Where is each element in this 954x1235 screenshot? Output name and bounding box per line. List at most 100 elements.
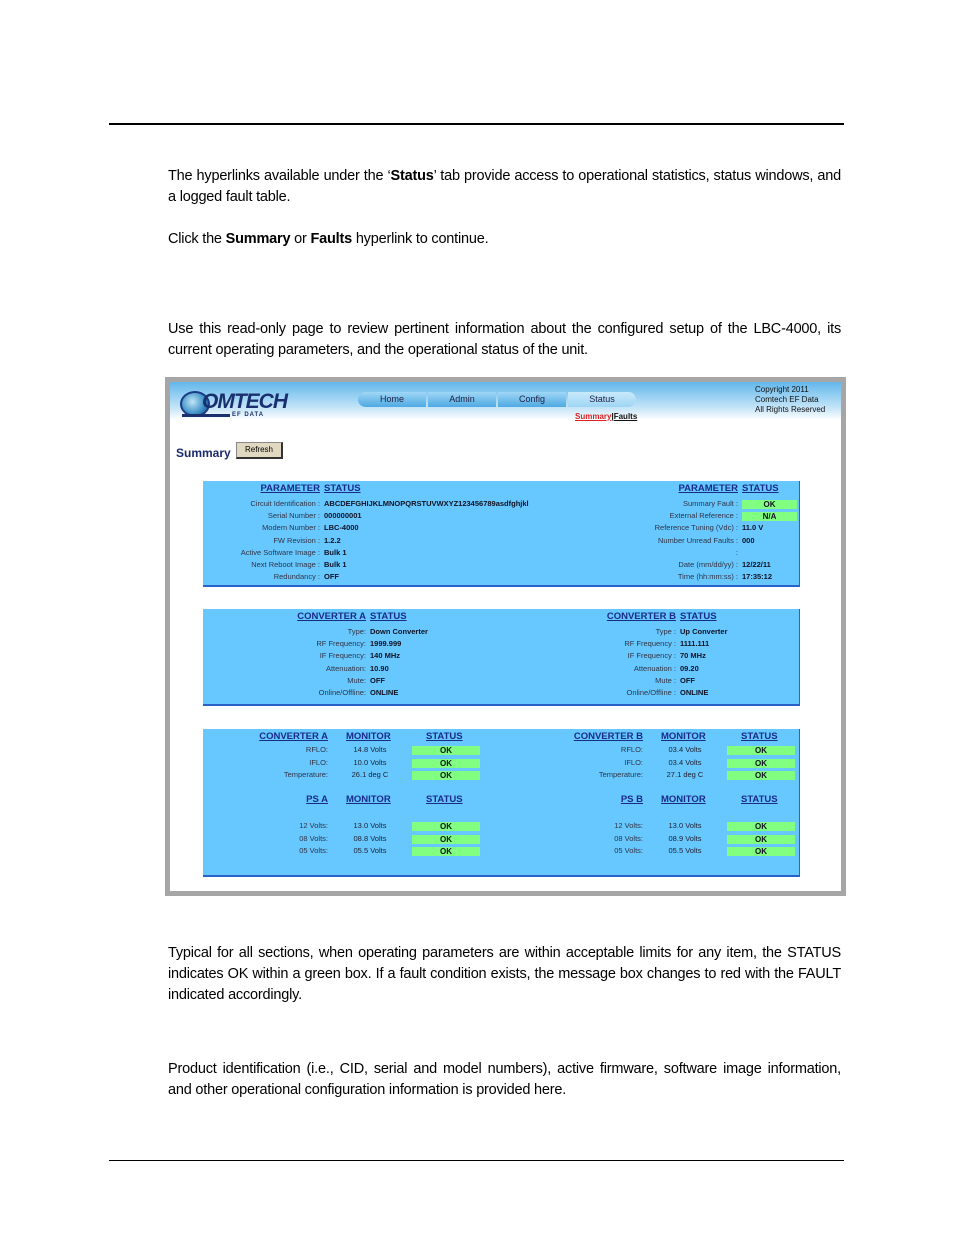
ps-b-label: 08 Volts: [614,833,643,843]
param-label: FW Revision : [273,535,320,545]
status-box: OK [412,771,480,780]
copyright-line: Copyright 2011 [755,385,809,394]
param-label: External Reference : [669,511,738,521]
status-header: STATUS [680,611,717,622]
ps-b-monitor: 13.0 Volts [668,821,702,830]
param-label: Number Unread Faults : [657,535,738,545]
page-title: Summary [176,446,231,460]
converter-b-label: RFLO: [620,745,643,754]
click-bold-faults: Faults [310,231,352,247]
param-label: Date (mm/dd/yy) : [678,560,738,569]
monitor-header: MONITOR [346,794,391,805]
param-value: OFF [324,572,339,582]
parameter-header: PARAMETER [260,483,320,494]
click-text-mid: or [290,231,311,247]
logo-word: OMTECH [202,390,288,413]
converter-a-value: 140 MHz [370,651,401,661]
converter-a-label: RFLO: [305,745,328,754]
converter-a-monitor: 26.1 deg C [351,770,389,779]
comtech-logo: OMTECH EF DATA [178,387,298,421]
status-box: OK [412,758,480,768]
status-box: OK [727,771,795,780]
click-bold-summary: Summary [225,231,291,247]
param-label: Next Reboot Image : [251,560,320,569]
status-box: OK [727,847,795,856]
status-header: STATUS [741,731,778,742]
screenshot-frame: OMTECH EF DATA Home Admin Config Status … [165,377,846,896]
status-header: STATUS [426,794,463,805]
status-header: STATUS [426,731,463,742]
converter-a-monitor: 14.8 Volts [353,745,387,754]
param-value: ABCDEFGHIJKLMNOPQRSTUVWXYZ123456789asdfg… [324,499,529,508]
converter-a-label: RF Frequency: [316,639,366,649]
converter-b-label: Temperature: [598,770,643,779]
converter-b-monitor: 03.4 Volts [668,757,702,767]
status-box: OK [742,500,797,509]
param-value: 000000001 [324,511,362,521]
param-value: 1.2.2 [324,535,341,545]
param-label: : [735,547,738,557]
converter-b-label: Mute : [655,675,676,685]
converter-b-label: Type : [655,627,676,636]
copyright-line: All Rights Reserved [755,405,826,414]
param-value: Bulk 1 [324,560,347,569]
status-box: OK [727,746,795,755]
param-label: Summary Fault : [682,499,738,508]
converter-a-value: Down Converter [370,627,428,636]
converter-a-value: 1999.999 [370,639,402,649]
summary-paragraph: Use this read-only page to review pertin… [168,321,841,358]
ps-a-monitor: 08.8 Volts [353,833,387,843]
monitor-header: MONITOR [661,731,706,742]
tab-admin[interactable]: Admin [428,392,496,407]
status-header: STATUS [742,483,779,494]
click-paragraph: Click the Summary or Faults hyperlink to… [168,229,841,250]
converter-b-value: 1111.111 [680,639,710,649]
status-header: STATUS [741,794,778,805]
converter-a-label: IF Frequency: [319,651,366,661]
header-rule [109,123,844,125]
ps-a-monitor: 05.5 Volts [353,846,387,855]
status-header: STATUS [370,611,407,622]
converter-a-label: Attenuation: [325,663,366,673]
monitor-panel: CONVERTER A MONITOR STATUS RFLO: 14.8 Volts O… [203,729,800,877]
converter-b-value: OFF [680,675,695,685]
ps-a-monitor: 13.0 Volts [353,821,387,830]
converter-b-value: ONLINE [680,688,709,697]
summary-link[interactable]: Summary [575,412,611,421]
param-value: 11.0 V [742,523,764,533]
ps-a-label: 12 Volts: [299,821,328,830]
faults-link[interactable]: Faults [614,412,638,421]
click-text-end: hyperlink to continue. [351,231,489,247]
param-value: 17:35:12 [742,572,773,582]
intro-text: The hyperlinks available under the ‘ [168,168,391,184]
copyright-line: Comtech EF Data [755,395,819,404]
converter-b-value: 09.20 [680,663,699,673]
converter-a-label: Type: [347,627,366,636]
parameter-panel: PARAMETER STATUS PARAMETER STATUS Circuit Id… [203,481,800,587]
logo-bar [182,414,230,417]
converter-a-label: Temperature: [283,770,328,779]
param-value: 000 [742,535,755,545]
tab-home[interactable]: Home [358,392,426,407]
param-label: Circuit Identification : [250,499,320,508]
tab-status[interactable]: Status [568,392,636,407]
status-box: OK [412,822,480,831]
refresh-button[interactable]: Refresh [236,442,283,459]
param-label: Modem Number : [262,523,320,533]
converter-panel: CONVERTER A STATUS CONVERTER B STATUS Type: D… [203,609,800,706]
converter-b-value: 70 MHz [680,651,706,661]
nav-tabs: Home Admin Config Status [358,392,638,407]
intro-bold: Status [390,168,434,184]
param-label: Time (hh:mm:ss) : [677,572,738,582]
param-value: 12/22/11 [742,560,771,569]
ps-b-monitor: 08.9 Volts [668,833,702,843]
converter-b-label: IFLO: [624,757,643,767]
copyright: Copyright 2011 Comtech EF Data All Right… [755,385,825,415]
ps-b-label: 12 Volts: [614,821,643,830]
logo-sub: EF DATA [232,412,265,418]
status-box: OK [412,746,480,755]
converter-a-header: CONVERTER A [259,731,328,742]
tab-config[interactable]: Config [498,392,566,407]
status-box: N/A [742,512,797,522]
param-label: Redundancy : [273,572,320,582]
